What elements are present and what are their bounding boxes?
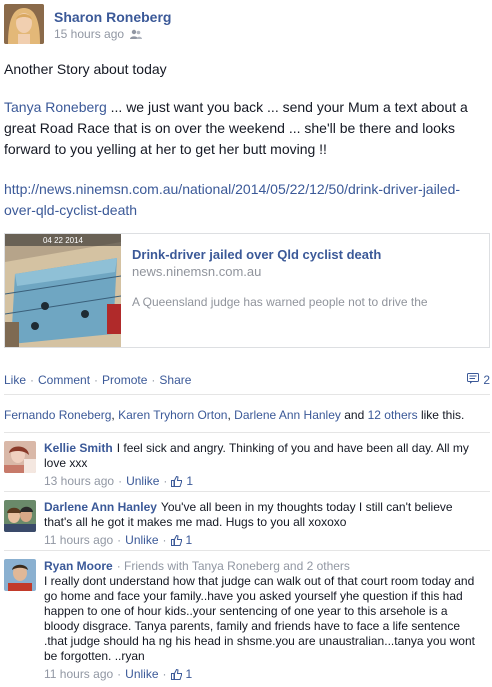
comment-like-count[interactable]: 1 [186, 667, 193, 682]
link-preview-card[interactable]: 04 22 2014 Drink-driver jailed over Qld … [4, 233, 490, 348]
commenter-avatar[interactable] [4, 441, 36, 473]
comment-like-count[interactable]: 1 [186, 474, 193, 489]
separator-dot: · [118, 474, 123, 488]
liker-link[interactable]: Karen Tryhorn Orton [118, 408, 227, 422]
comment-timestamp[interactable]: 11 hours ago [44, 667, 113, 682]
comment-meta: 11 hours ago · Unlike · 1 [44, 667, 480, 682]
comment-timestamp[interactable]: 11 hours ago [44, 533, 113, 548]
author-name[interactable]: Sharon Roneberg [54, 9, 171, 25]
post-header: Sharon Roneberg 15 hours ago [4, 4, 488, 44]
commenter-name[interactable]: Darlene Ann Hanley [44, 500, 157, 514]
post-meta: 15 hours ago [54, 27, 143, 41]
mention-link[interactable]: Tanya Roneberg [4, 99, 107, 115]
separator-dot: · [30, 373, 35, 387]
comment-timestamp[interactable]: 13 hours ago [44, 474, 114, 489]
comment-like-count[interactable]: 1 [186, 533, 193, 548]
comment-body: Kellie Smith I feel sick and angry. Think… [44, 441, 480, 489]
link-title[interactable]: Drink-driver jailed over Qld cyclist dea… [132, 246, 479, 263]
comment-body: Ryan Moore · Friends with Tanya Roneberg … [44, 559, 480, 682]
separator-dot: · [151, 373, 156, 387]
unlike-link[interactable]: Unlike [126, 474, 159, 489]
likes-and: and [340, 408, 368, 422]
commenter-avatar[interactable] [4, 500, 36, 532]
unlike-link[interactable]: Unlike [125, 667, 158, 682]
comment-count[interactable]: 2 [467, 373, 490, 387]
commenter-context: · Friends with Tanya Roneberg and 2 othe… [116, 559, 350, 573]
likes-suffix: like this. [417, 408, 465, 422]
divider [4, 491, 490, 492]
likes-sentence: Fernando Roneberg, Karen Tryhorn Orton, … [4, 408, 490, 422]
story-url-container: http://news.ninemsn.com.au/national/2014… [4, 179, 486, 221]
link-thumbnail[interactable]: 04 22 2014 [5, 234, 121, 347]
separator-dot: · [94, 373, 99, 387]
divider [4, 432, 490, 433]
author-avatar[interactable] [4, 4, 44, 44]
comment-action[interactable]: Comment [38, 373, 90, 387]
like-action[interactable]: Like [4, 373, 26, 387]
friends-icon[interactable] [130, 29, 143, 40]
separator-dot: · [117, 667, 122, 681]
post-timestamp[interactable]: 15 hours ago [54, 27, 124, 41]
liker-link[interactable]: Fernando Roneberg [4, 408, 111, 422]
thumbnail-stamp: 04 22 2014 [43, 236, 84, 245]
comment-body: Darlene Ann Hanley You've all been in my … [44, 500, 480, 548]
story-body: Tanya Roneberg ... we just want you back… [4, 97, 486, 160]
commenter-avatar[interactable] [4, 559, 36, 591]
promote-action[interactable]: Promote [102, 373, 147, 387]
separator-dot: · [162, 667, 167, 681]
comment-meta: 13 hours ago · Unlike · 1 [44, 474, 480, 489]
liker-link[interactable]: Darlene Ann Hanley [234, 408, 341, 422]
thumbs-up-icon [170, 534, 182, 546]
link-description: A Queensland judge has warned people not… [132, 295, 428, 309]
comment-icon [467, 373, 480, 387]
link-domain: news.ninemsn.com.au [132, 264, 262, 279]
commenter-name[interactable]: Kellie Smith [44, 441, 113, 455]
story-title: Another Story about today [4, 61, 167, 77]
ufi-top-border [4, 394, 490, 395]
likes-others-link[interactable]: 12 others [368, 408, 418, 422]
divider [4, 550, 490, 551]
share-action[interactable]: Share [159, 373, 191, 387]
comment-text: I really dont understand how that judge … [44, 574, 475, 663]
separator-dot: · [163, 474, 168, 488]
comment-meta: 11 hours ago · Unlike · 1 [44, 533, 480, 548]
action-row: Like · Comment · Promote · Share 2 [4, 373, 490, 387]
commenter-name[interactable]: Ryan Moore [44, 559, 113, 573]
thumbs-up-icon [171, 475, 183, 487]
unlike-link[interactable]: Unlike [125, 533, 158, 548]
link-text: Drink-driver jailed over Qld cyclist dea… [132, 246, 479, 310]
story-url-link[interactable]: http://news.ninemsn.com.au/national/2014… [4, 181, 460, 218]
separator-dot: · [162, 533, 167, 547]
separator-dot: · [117, 533, 122, 547]
thumbs-up-icon [170, 668, 182, 680]
comment-count-value: 2 [483, 373, 490, 387]
